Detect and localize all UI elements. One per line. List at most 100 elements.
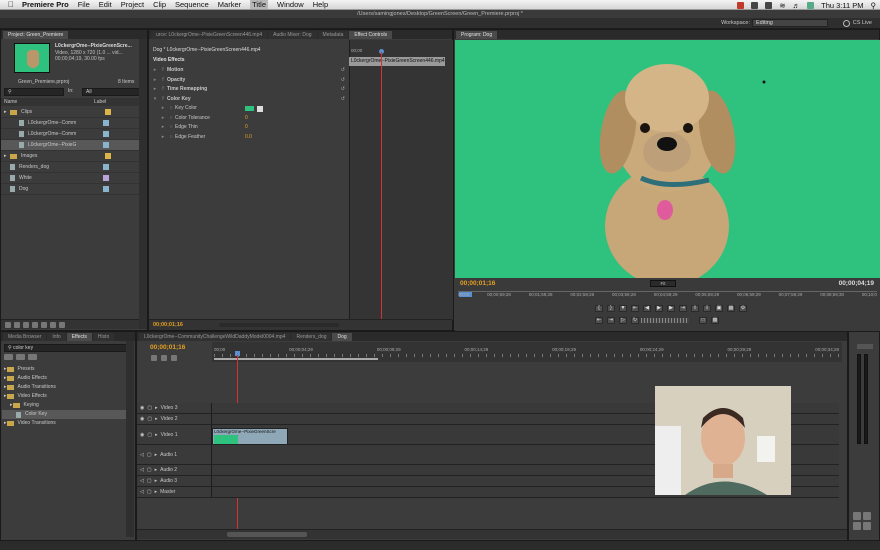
disclosure-triangle-icon[interactable]: ▸ xyxy=(151,85,159,95)
track-header[interactable]: ◁ ▢ ▸ Master xyxy=(137,487,212,497)
record-icon[interactable] xyxy=(737,1,745,9)
project-search-input[interactable]: ⚲ xyxy=(4,88,64,96)
spotlight-icon[interactable]: ⚲ xyxy=(871,1,877,10)
disclosure-triangle-icon[interactable]: ▸ xyxy=(159,104,167,114)
play-icon[interactable]: ▶ xyxy=(655,305,663,312)
menu-window[interactable]: Window xyxy=(277,0,304,9)
tab-history[interactable]: Histo xyxy=(92,333,115,341)
ec-property-row[interactable]: ▸ ○ Edge Thin 0 xyxy=(151,123,347,133)
project-list-item[interactable]: L0ckergrOme--PixieG xyxy=(1,140,139,151)
list-view-icon[interactable] xyxy=(5,321,11,328)
tab-sequence-community[interactable]: L0ckergrOme--CommunityChallengeWildDaddy… xyxy=(139,333,291,341)
go-to-next-edit-icon[interactable]: ⇥ xyxy=(607,317,615,324)
wifi-icon[interactable]: ≋ xyxy=(779,1,785,10)
reset-icon[interactable]: ↺ xyxy=(341,66,345,76)
video-clip[interactable]: L0ckergrOme--PixieGreenScre xyxy=(212,428,288,445)
lock-icon[interactable]: ▢ xyxy=(147,405,152,411)
ec-clip-bar[interactable]: L0ckergrOme--PixieGreenScreen446.mp4 xyxy=(349,57,445,66)
razor-tool-icon[interactable] xyxy=(853,522,861,530)
apple-icon[interactable]:  xyxy=(8,0,14,9)
effects-tree-item[interactable]: ▸ Presets xyxy=(2,365,126,374)
tab-project[interactable]: Project: Green_Premiere xyxy=(3,31,69,39)
ec-property-row[interactable]: ▸ ○ Color Tolerance 0 xyxy=(151,114,347,124)
set-encore-marker-icon[interactable] xyxy=(171,355,177,361)
ec-property-row[interactable]: ▸ f Time Remapping ↺ xyxy=(151,85,347,95)
project-list-item[interactable]: White xyxy=(1,173,139,184)
tab-sequence-dog[interactable]: Dog xyxy=(332,333,352,341)
cs-live-button[interactable]: CS Live xyxy=(842,19,872,28)
project-list-item[interactable]: ▸ Images xyxy=(1,151,139,162)
settings-icon[interactable]: ⚙ xyxy=(739,305,747,312)
meters-tab[interactable] xyxy=(857,344,873,349)
menu-edit[interactable]: Edit xyxy=(99,0,112,9)
clock[interactable]: Thu 3:11 PM xyxy=(821,1,863,10)
volume-icon[interactable]: ♬ xyxy=(793,1,801,10)
track-header[interactable]: ◉ ▢ ▸ Video 1 xyxy=(137,425,212,444)
effects-tree-item[interactable]: ▸ Video Effects xyxy=(2,392,126,401)
project-list-item[interactable]: L0ckergrOme--Comm xyxy=(1,118,139,129)
safe-margins-icon[interactable]: □ xyxy=(699,317,707,324)
new-item-icon[interactable] xyxy=(50,321,56,328)
disclosure-triangle-icon[interactable]: ▸ xyxy=(155,478,158,484)
ec-property-row[interactable]: ▸ f Opacity ↺ xyxy=(151,76,347,86)
disclosure-triangle-icon[interactable]: ▸ xyxy=(155,416,158,422)
effects-tree-item[interactable]: ▸ Audio Effects xyxy=(2,374,126,383)
app-name-menu[interactable]: Premiere Pro xyxy=(22,0,69,9)
track-header[interactable]: ◁ ▢ ▸ Audio 3 xyxy=(137,476,212,486)
speaker-icon[interactable]: ◁ xyxy=(140,478,144,484)
loop-icon[interactable]: ↻ xyxy=(631,317,639,324)
disclosure-triangle-icon[interactable]: ▸ xyxy=(159,133,167,143)
eye-icon[interactable]: ◉ xyxy=(140,416,144,422)
selection-tool-icon[interactable] xyxy=(853,512,861,520)
fx-toggle-icon[interactable]: f xyxy=(159,85,167,95)
workspace-select[interactable]: Editing xyxy=(752,19,828,27)
delete-icon[interactable] xyxy=(59,321,65,328)
fx-toggle-icon[interactable]: f xyxy=(159,66,167,76)
ec-property-value[interactable]: 0 xyxy=(245,123,248,133)
ec-property-row[interactable]: ▸ ○ Key Color xyxy=(151,104,347,114)
key-color-swatch[interactable] xyxy=(245,106,254,112)
lock-icon[interactable]: ▢ xyxy=(147,452,152,458)
menu-file[interactable]: File xyxy=(78,0,90,9)
timeline-timecode[interactable]: 00;00;01;16 xyxy=(150,344,185,351)
effects-tree-item[interactable]: ▸ Video Transitions xyxy=(2,419,126,428)
project-list-item[interactable]: Dog xyxy=(1,184,139,195)
lift-icon[interactable]: ⇧ xyxy=(691,305,699,312)
speaker-icon[interactable]: ◁ xyxy=(140,489,144,495)
tab-audio-mixer[interactable]: Audio Mixer: Dog xyxy=(268,31,317,39)
track-header[interactable]: ◉ ▢ ▸ Video 2 xyxy=(137,414,212,424)
effects-tree-item[interactable]: ▸ Audio Transitions xyxy=(2,383,126,392)
hand-tool-icon[interactable] xyxy=(863,522,871,530)
disclosure-triangle-icon[interactable]: ▸ xyxy=(155,432,158,438)
play-in-to-out-icon[interactable]: ▷ xyxy=(619,317,627,324)
program-ruler[interactable]: 00;00 00;00;59;28 00;01;59;28 00;02;59;28 00… xyxy=(458,292,877,297)
menu-help[interactable]: Help xyxy=(313,0,328,9)
timemachine-icon[interactable] xyxy=(765,1,773,9)
disclosure-triangle-icon[interactable]: ▸ xyxy=(151,66,159,76)
project-list-item[interactable]: L0ckergrOme--Comm xyxy=(1,129,139,140)
speaker-icon[interactable]: ◁ xyxy=(140,467,144,473)
mark-in-icon[interactable]: { xyxy=(595,305,603,312)
project-list-item[interactable]: ▸ Clips xyxy=(1,107,139,118)
speaker-icon[interactable]: ◁ xyxy=(140,452,144,458)
tab-media-browser[interactable]: Media Browser xyxy=(3,333,47,341)
col-name[interactable]: Name xyxy=(4,98,17,106)
go-to-previous-edit-icon[interactable]: ⇤ xyxy=(595,317,603,324)
fx-toggle-icon[interactable]: f xyxy=(159,95,167,105)
col-label[interactable]: Label xyxy=(94,98,106,106)
effects-search-input[interactable]: ⚲ color key xyxy=(4,344,130,352)
in-filter-select[interactable]: All xyxy=(82,88,144,96)
track-select-tool-icon[interactable] xyxy=(863,512,871,520)
work-area-bar[interactable] xyxy=(214,358,378,360)
ec-property-row[interactable]: ▾ f Color Key ↺ xyxy=(151,95,347,105)
disclosure-triangle-icon[interactable]: ▾ xyxy=(151,95,159,105)
fx-toggle-icon[interactable]: f xyxy=(159,76,167,86)
tab-effects[interactable]: Effects xyxy=(66,333,92,341)
menu-clip[interactable]: Clip xyxy=(153,0,166,9)
go-to-in-icon[interactable]: ⇤ xyxy=(631,305,639,312)
menu-sequence[interactable]: Sequence xyxy=(175,0,209,9)
extract-icon[interactable]: ⇩ xyxy=(703,305,711,312)
eye-icon[interactable]: ◉ xyxy=(140,405,144,411)
ec-property-row[interactable]: ▸ f Motion ↺ xyxy=(151,66,347,76)
ec-timecode[interactable]: 00;00;01;16 xyxy=(153,322,183,328)
